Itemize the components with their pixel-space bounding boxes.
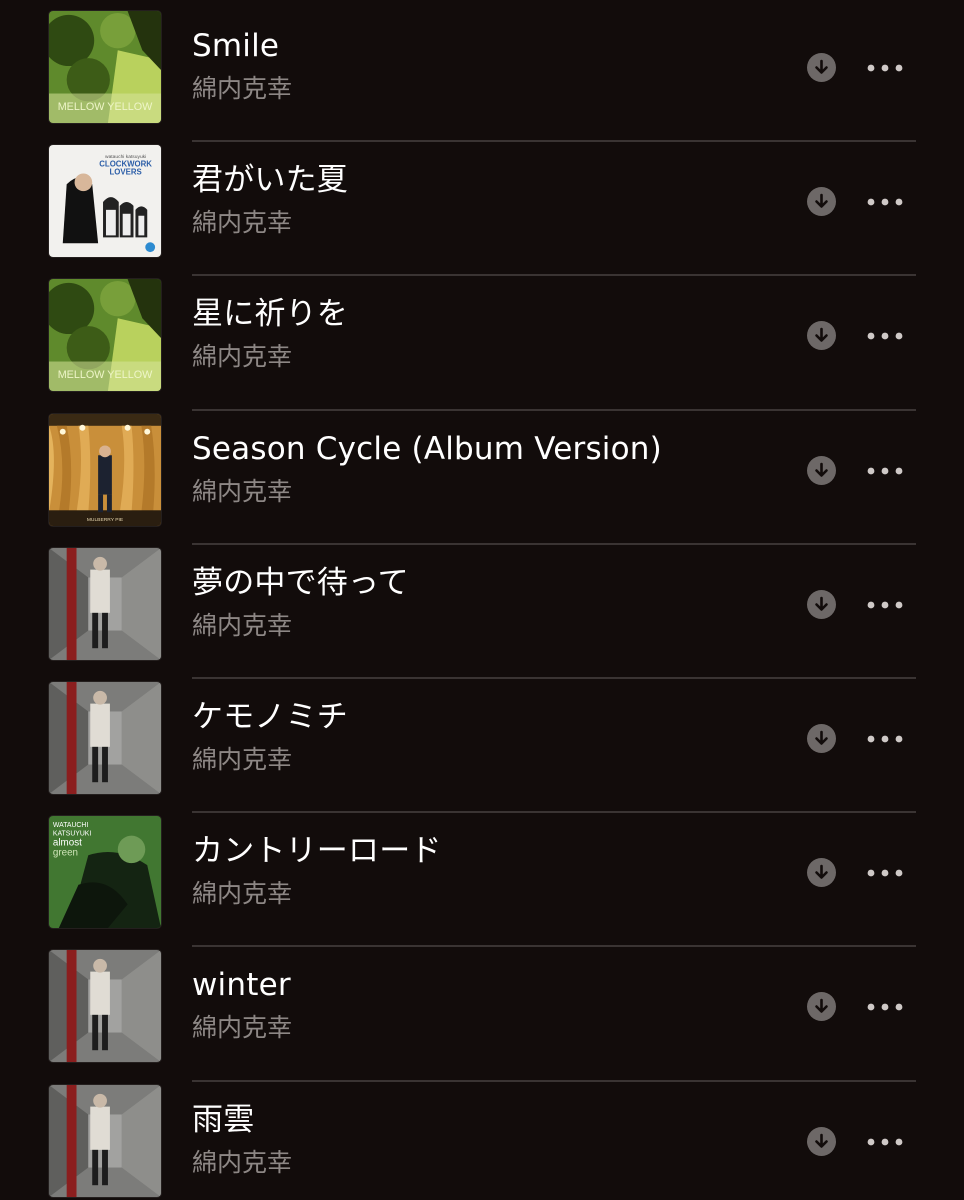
album-art bbox=[48, 546, 162, 661]
download-button[interactable] bbox=[807, 723, 836, 753]
song-row[interactable]: 雨雲 綿内克幸 bbox=[0, 1082, 964, 1200]
album-art bbox=[48, 1083, 162, 1198]
arrow-down-circle-icon bbox=[815, 596, 828, 611]
svg-text:green: green bbox=[53, 847, 78, 858]
download-button[interactable] bbox=[807, 53, 836, 82]
svg-text:LOVERS: LOVERS bbox=[109, 168, 141, 177]
album-art: MULBERRY PIE bbox=[48, 412, 162, 527]
arrow-down-circle-icon bbox=[815, 1133, 828, 1148]
ellipsis-icon bbox=[867, 198, 903, 206]
more-options-button[interactable] bbox=[866, 729, 904, 749]
song-row[interactable]: WATAUCHI KATSUYUKI almost green カントリーロード… bbox=[0, 813, 964, 948]
song-artist: 綿内克幸 bbox=[192, 476, 293, 506]
arrow-down-circle-icon bbox=[815, 999, 828, 1014]
song-artist: 綿内克幸 bbox=[192, 208, 293, 238]
song-list: MELLOW YELLOW Smile 綿内克幸 watauchi katsuy… bbox=[0, 0, 964, 1200]
song-title: ケモノミチ bbox=[192, 698, 348, 735]
ellipsis-icon bbox=[867, 467, 903, 474]
arrow-down-circle-icon bbox=[815, 328, 828, 343]
song-title: カントリーロード bbox=[192, 833, 442, 870]
song-title: Smile bbox=[192, 28, 280, 64]
arrow-down-circle-icon bbox=[815, 59, 828, 74]
download-button[interactable] bbox=[807, 858, 836, 888]
song-artist: 綿内克幸 bbox=[192, 744, 293, 774]
song-row[interactable]: watauchi katsuyuki CLOCKWORK LOVERS 君がいた… bbox=[0, 142, 964, 277]
svg-text:MELLOW YELLOW: MELLOW YELLOW bbox=[58, 101, 153, 113]
song-artist: 綿内克幸 bbox=[192, 74, 293, 103]
ellipsis-icon bbox=[867, 1003, 903, 1011]
song-artist: 綿内克幸 bbox=[192, 879, 293, 909]
song-row[interactable]: winter 綿内克幸 bbox=[0, 947, 964, 1082]
song-row[interactable]: MELLOW YELLOW 星に祈りを 綿内克幸 bbox=[0, 276, 964, 411]
song-row[interactable]: ケモノミチ 綿内克幸 bbox=[0, 679, 964, 814]
svg-text:MELLOW YELLOW: MELLOW YELLOW bbox=[58, 370, 153, 382]
song-title: winter bbox=[192, 967, 291, 1004]
more-options-button[interactable] bbox=[866, 192, 904, 212]
download-button[interactable] bbox=[807, 187, 836, 217]
more-options-button[interactable] bbox=[866, 1132, 904, 1152]
song-row[interactable]: MULBERRY PIE Season Cycle (Album Version… bbox=[0, 411, 964, 545]
ellipsis-icon bbox=[867, 1138, 903, 1145]
ellipsis-icon bbox=[867, 735, 903, 743]
song-artist: 綿内克幸 bbox=[192, 610, 293, 640]
album-art: watauchi katsuyuki CLOCKWORK LOVERS bbox=[48, 144, 162, 259]
download-button[interactable] bbox=[807, 455, 836, 485]
more-options-button[interactable] bbox=[866, 461, 904, 481]
arrow-down-circle-icon bbox=[815, 864, 828, 879]
ellipsis-icon bbox=[867, 64, 903, 72]
album-art: WATAUCHI KATSUYUKI almost green bbox=[48, 815, 162, 930]
svg-text:WATAUCHI: WATAUCHI bbox=[53, 822, 88, 829]
album-art: MELLOW YELLOW bbox=[48, 10, 162, 124]
song-title: 星に祈りを bbox=[192, 296, 348, 333]
song-artist: 綿内克幸 bbox=[192, 1013, 293, 1043]
arrow-down-circle-icon bbox=[815, 730, 828, 745]
song-artist: 綿内克幸 bbox=[192, 1147, 293, 1177]
more-options-button[interactable] bbox=[866, 58, 904, 78]
download-button[interactable] bbox=[807, 992, 836, 1022]
song-title: 雨雲 bbox=[192, 1101, 255, 1138]
more-options-button[interactable] bbox=[866, 997, 904, 1017]
more-options-button[interactable] bbox=[866, 595, 904, 615]
arrow-down-circle-icon bbox=[815, 193, 828, 208]
ellipsis-icon bbox=[867, 869, 903, 877]
ellipsis-icon bbox=[867, 601, 903, 609]
album-art bbox=[48, 680, 162, 795]
more-options-button[interactable] bbox=[866, 326, 904, 346]
song-row[interactable]: MELLOW YELLOW Smile 綿内克幸 bbox=[0, 8, 964, 143]
download-button[interactable] bbox=[807, 321, 836, 351]
svg-text:MULBERRY PIE: MULBERRY PIE bbox=[87, 517, 124, 523]
song-title: 君がいた夏 bbox=[192, 162, 348, 199]
download-button[interactable] bbox=[807, 589, 836, 619]
album-art bbox=[48, 949, 162, 1064]
download-button[interactable] bbox=[807, 1126, 836, 1156]
more-options-button[interactable] bbox=[866, 863, 904, 883]
song-artist: 綿内克幸 bbox=[192, 342, 293, 372]
song-title: 夢の中で待って bbox=[192, 564, 409, 601]
ellipsis-icon bbox=[867, 332, 903, 340]
arrow-down-circle-icon bbox=[815, 462, 828, 477]
song-title: Season Cycle (Album Version) bbox=[192, 430, 662, 467]
song-row[interactable]: 夢の中で待って 綿内克幸 bbox=[0, 545, 964, 679]
album-art: MELLOW YELLOW bbox=[48, 278, 162, 393]
